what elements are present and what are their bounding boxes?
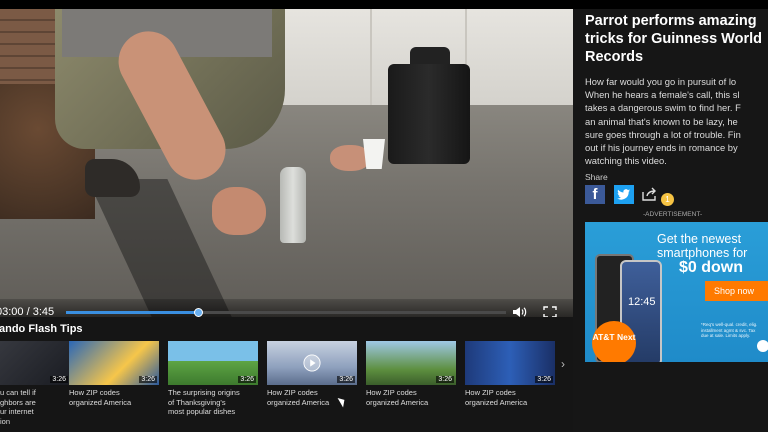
top-bar xyxy=(0,0,768,9)
thumbnail-image: 3:26 xyxy=(0,341,70,385)
playlist-title: ando Flash Tips xyxy=(0,323,83,335)
article-title: Parrot performs amazing tricks for Guinn… xyxy=(585,13,762,65)
next-arrow-icon[interactable]: › xyxy=(561,357,565,371)
progress-handle[interactable] xyxy=(194,308,203,317)
twitter-icon xyxy=(617,189,630,200)
twitter-share-button[interactable] xyxy=(614,185,634,204)
ad-label: -ADVERTISEMENT- xyxy=(643,211,703,218)
volume-icon[interactable] xyxy=(512,305,528,317)
thumbnail-caption: How ZIP codes organized America xyxy=(69,388,132,407)
thumbnail-caption: u can tell if ghbors are ur internet ion xyxy=(0,388,36,426)
video-frame xyxy=(0,9,573,317)
video-duration: 3:26 xyxy=(337,376,355,383)
share-icon[interactable] xyxy=(640,185,660,204)
phone-clock: 12:45 xyxy=(628,296,656,308)
ad-fine-print: *Req's well-qual. credit, elig. installm… xyxy=(701,322,758,338)
playlist-item[interactable]: 3:26 u can tell if ghbors are ur interne… xyxy=(0,341,70,426)
playlist-thumbnails: 3:26 u can tell if ghbors are ur interne… xyxy=(0,341,573,431)
play-icon xyxy=(303,354,321,372)
thumbnail-image: 3:26 xyxy=(465,341,555,385)
facebook-icon: f xyxy=(592,186,598,203)
video-duration: 3:26 xyxy=(139,376,157,383)
thumbnail-caption: How ZIP codes organized America xyxy=(366,388,429,407)
video-duration: 3:26 xyxy=(238,376,256,383)
video-controls: 03:00 / 3:45 xyxy=(0,299,573,317)
thumbnail-caption: How ZIP codes organized America xyxy=(465,388,528,407)
video-duration: 3:26 xyxy=(436,376,454,383)
playlist-item[interactable]: 3:26 The surprising origins of Thanksgiv… xyxy=(168,341,258,417)
ad-headline-3: $0 down xyxy=(679,259,744,276)
playlist-section: ando Flash Tips 3:26 u can tell if ghbor… xyxy=(0,317,573,432)
thumbnail-image: 3:26 xyxy=(267,341,357,385)
progress-fill xyxy=(66,311,198,314)
video-duration: 3:26 xyxy=(535,376,553,383)
video-duration: 3:26 xyxy=(50,376,68,383)
shop-now-button[interactable]: Shop now xyxy=(705,281,768,301)
fullscreen-icon[interactable] xyxy=(543,306,557,317)
article-description: How far would you go in pursuit of lo Wh… xyxy=(585,76,741,167)
ad-headline-1: Get the newest xyxy=(657,232,742,246)
att-globe-icon xyxy=(757,340,768,352)
progress-bar[interactable] xyxy=(66,308,506,317)
playlist-item[interactable]: 3:26 How ZIP codes organized America xyxy=(366,341,456,407)
share-count-badge: 1 xyxy=(661,193,674,206)
facebook-share-button[interactable]: f xyxy=(585,185,605,204)
article-panel: Parrot performs amazing tricks for Guinn… xyxy=(573,9,768,432)
ad-headline-2: smartphones for xyxy=(657,246,748,260)
advertisement-banner[interactable]: 12:45 Get the newest smartphones for $0 … xyxy=(585,222,768,362)
thumbnail-image: 3:26 xyxy=(366,341,456,385)
thumbnail-image: 3:26 xyxy=(168,341,258,385)
thumbnail-image: 3:26 xyxy=(69,341,159,385)
share-label: Share xyxy=(585,172,608,182)
playlist-item[interactable]: 3:26 How ZIP codes organized America xyxy=(465,341,555,407)
time-display: 03:00 / 3:45 xyxy=(0,306,55,317)
playlist-item[interactable]: 3:26 How ZIP codes organized America xyxy=(69,341,159,407)
att-logo: AT&T Next xyxy=(592,321,636,362)
video-player[interactable]: 03:00 / 3:45 xyxy=(0,9,573,317)
thumbnail-caption: The surprising origins of Thanksgiving's… xyxy=(168,388,240,416)
playlist-item[interactable]: 3:26 How ZIP codes organized America xyxy=(267,341,357,407)
